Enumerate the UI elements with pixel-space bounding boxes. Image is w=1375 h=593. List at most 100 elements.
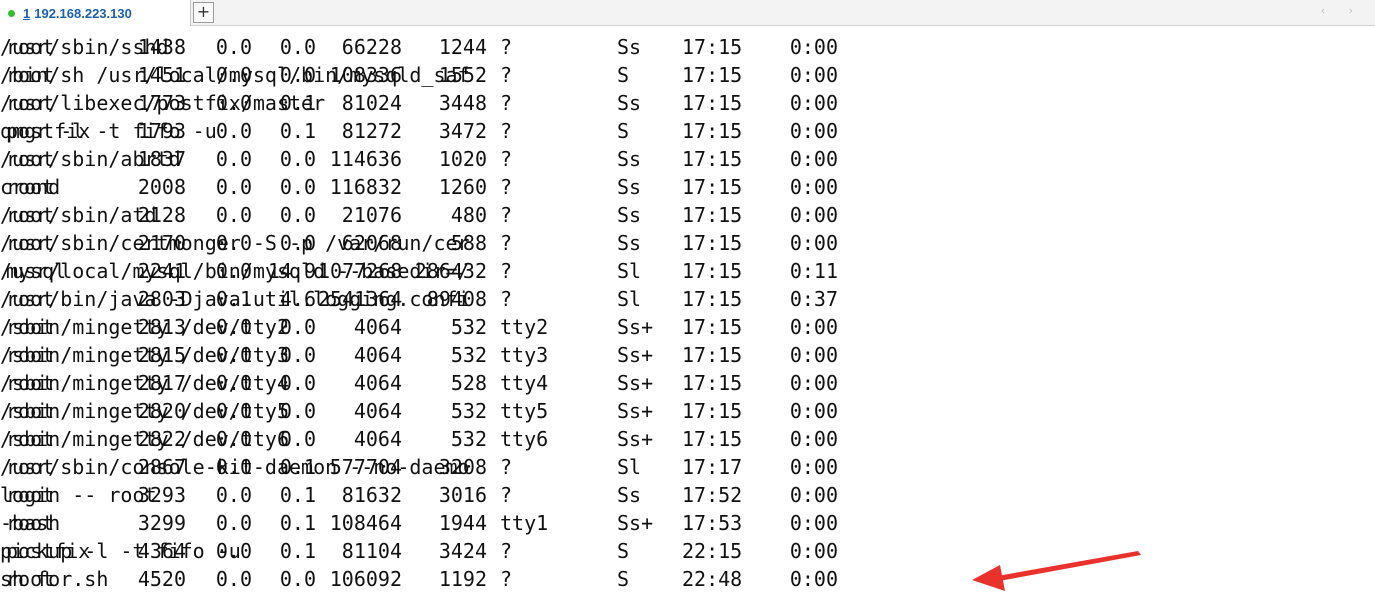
process-vsz-cell: 4064 [353,399,402,423]
process-stat-cell: Ss [617,91,642,115]
process-start-cell: 17:15 [682,203,743,227]
process-command-cell: /bin/sh /usr/local/mysql/bin/mysqld_saf [0,63,470,87]
process-tty-cell: ? [500,63,513,87]
process-row: mysql 2241 0.0 14.9 1077268 286432? Sl 17:15 0:1… [0,257,1375,285]
process-row: postfix 1793 0.0 0.1 81272 3472? S 17:15 0:00 qmg… [0,117,1375,145]
process-time-cell: 0:11 [789,259,838,283]
process-start-cell: 17:15 [682,287,743,311]
process-stat-cell: Ss [617,203,642,227]
process-rss-cell: 3472 [438,119,487,143]
process-cpu-cell: 0.0 [215,175,252,199]
process-time-cell: 0:37 [789,287,838,311]
process-stat-cell: Ss+ [617,399,654,423]
process-vsz-cell: 4064 [353,427,402,451]
process-rss-cell: 1192 [438,567,487,591]
process-command-cell: /sbin/mingetty /dev/tty5 [0,399,289,423]
process-tty-cell: ? [500,175,513,199]
process-tty-cell: tty1 [500,511,549,535]
process-rss-cell: 528 [450,371,487,395]
process-row: root 2008 0.0 0.0 116832 1260? Ss 17:15 0:00 cron… [0,173,1375,201]
process-row: root 2867 0.0 0.1 577704 3208? Sl 17:17 0:00/usr… [0,453,1375,481]
process-rss-cell: 1244 [438,35,487,59]
process-mem-cell: 0.0 [279,147,316,171]
process-command-cell: /usr/sbin/atd [0,203,157,227]
process-cpu-cell: 0.0 [215,567,252,591]
session-tab-number: 1 [23,5,31,21]
process-time-cell: 0:00 [789,63,838,87]
process-rss-cell: 532 [450,399,487,423]
process-command-cell: /usr/sbin/certmonger -S -p /var/run/cer [0,231,470,255]
process-row: root 2128 0.0 0.0 21076 480? Ss 17:15 0:00/usr/s… [0,201,1375,229]
process-vsz-cell: 4064 [353,315,402,339]
process-tty-cell: ? [500,567,513,591]
process-row: root 1773 0.0 0.1 81024 3448? Ss 17:15 0:00/usr/… [0,89,1375,117]
process-command-cell: /usr/local/mysql/bin/mysqld --basedir=/ [0,259,470,283]
process-stat-cell: Sl [617,259,642,283]
process-cpu-cell: 0.0 [215,483,252,507]
process-stat-cell: S [617,119,630,143]
process-rss-cell: 532 [450,315,487,339]
process-command-cell: /usr/bin/java -Djava.util.logging.confi [0,287,470,311]
process-start-cell: 17:15 [682,427,743,451]
process-command-cell: crond [0,175,61,199]
process-tty-cell: ? [500,259,513,283]
process-mem-cell: 0.1 [279,511,316,535]
process-time-cell: 0:00 [789,119,838,143]
process-vsz-cell: 66228 [341,35,402,59]
process-mem-cell: 0.0 [279,203,316,227]
process-mem-cell: 0.0 [279,35,316,59]
process-row: root 3299 0.0 0.1 108464 1944 tty1 Ss+ 17:53 0:00… [0,509,1375,537]
process-tty-cell: tty2 [500,315,549,339]
process-stat-cell: Ss+ [617,427,654,451]
terminal-output[interactable]: root 1438 0.0 0.0 66228 1244? Ss 17:15 0:00/usr/… [0,26,1375,593]
process-start-cell: 17:53 [682,511,743,535]
process-rss-cell: 532 [450,427,487,451]
process-row: root 1438 0.0 0.0 66228 1244? Ss 17:15 0:00/usr/… [0,33,1375,61]
process-tty-cell: tty4 [500,371,549,395]
process-command-cell: /sbin/mingetty /dev/tty3 [0,343,289,367]
process-stat-cell: Ss [617,483,642,507]
process-stat-cell: S [617,539,630,563]
process-vsz-cell: 108464 [329,511,402,535]
new-tab-button[interactable]: + [193,2,214,23]
process-cpu-cell: 0.0 [215,511,252,535]
process-pid-cell: 4520 [137,567,186,591]
process-start-cell: 17:15 [682,63,743,87]
process-mem-cell: 0.0 [279,175,316,199]
tab-scroll-arrows-icon[interactable]: ‹ › [1321,4,1363,17]
process-stat-cell: Ss+ [617,371,654,395]
process-tty-cell: tty5 [500,399,549,423]
process-row: root 1837 0.0 0.0 114636 1020? Ss 17:15 0:00/usr… [0,145,1375,173]
process-rss-cell: 3448 [438,91,487,115]
process-row: root 2817 0.0 0.0 4064 528 tty4 Ss+ 17:15 0:00/sb… [0,369,1375,397]
process-stat-cell: Ss+ [617,315,654,339]
process-rss-cell: 1260 [438,175,487,199]
process-vsz-cell: 114636 [329,147,402,171]
process-stat-cell: S [617,567,630,591]
process-stat-cell: Ss [617,35,642,59]
process-time-cell: 0:00 [789,343,838,367]
process-pid-cell: 3299 [137,511,186,535]
process-time-cell: 0:00 [789,399,838,423]
process-rss-cell: 3016 [438,483,487,507]
process-tty-cell: ? [500,455,513,479]
process-vsz-cell: 81104 [341,539,402,563]
process-tty-cell: ? [500,203,513,227]
process-time-cell: 0:00 [789,483,838,507]
process-start-cell: 17:15 [682,399,743,423]
process-row: root 2813 0.0 0.0 4064 532 tty2 Ss+ 17:15 0:00/sb… [0,313,1375,341]
process-command-cell: sh for.sh [0,567,109,591]
process-row: root 2803 0.1 4.6 2541364 89408? Sl 17:15 0:37/u… [0,285,1375,313]
process-command-cell: -bash [0,511,61,535]
process-start-cell: 17:15 [682,315,743,339]
process-vsz-cell: 106092 [329,567,402,591]
process-row: root 2820 0.0 0.0 4064 532 tty5 Ss+ 17:15 0:00/sb… [0,397,1375,425]
process-command-cell: login -- root [0,483,157,507]
process-tty-cell: tty3 [500,343,549,367]
session-tab[interactable]: 1 192.168.223.130 [0,0,191,26]
process-start-cell: 17:15 [682,343,743,367]
process-mem-cell: 0.1 [279,119,316,143]
process-vsz-cell: 81272 [341,119,402,143]
process-command-cell: /usr/sbin/abrtd [0,147,181,171]
process-start-cell: 17:15 [682,175,743,199]
